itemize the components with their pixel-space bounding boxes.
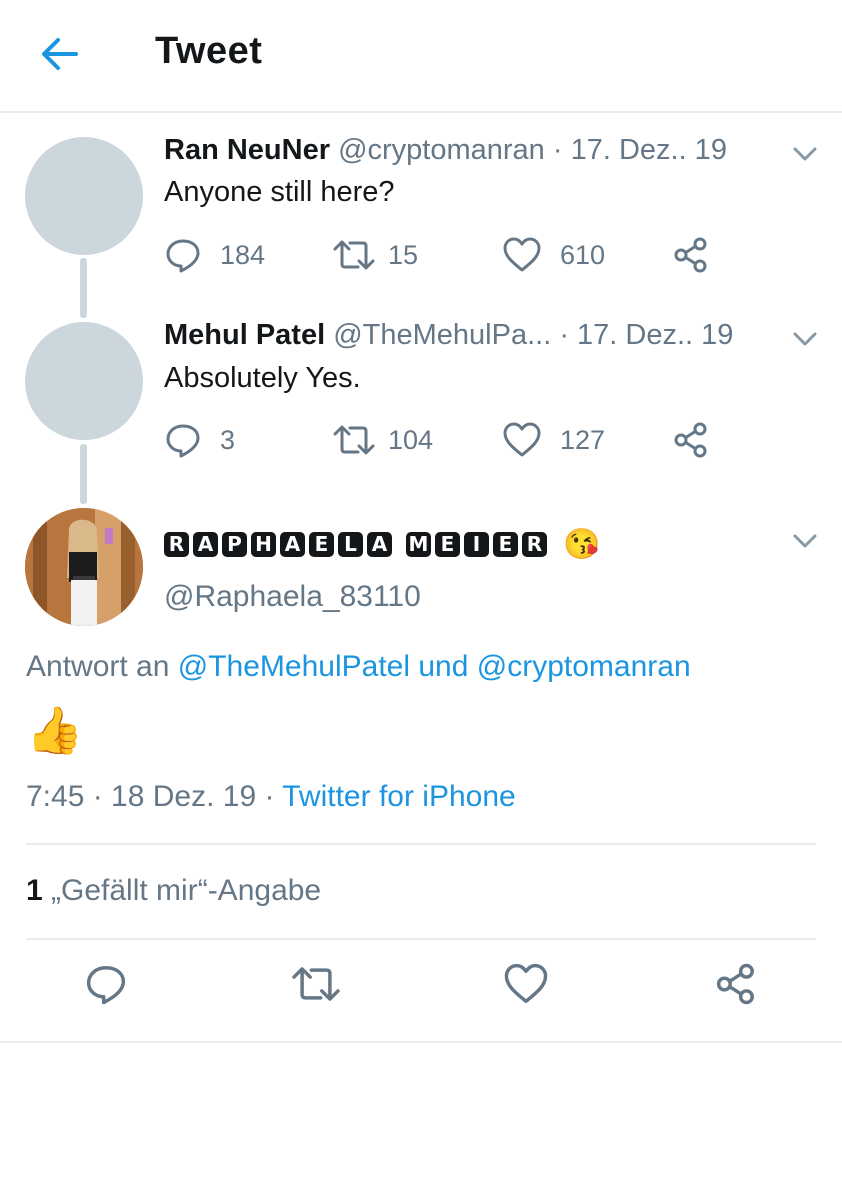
- name-letter: A: [367, 532, 392, 557]
- retweet-icon: [292, 967, 340, 1001]
- share-icon: [716, 963, 754, 1005]
- profile-photo: [25, 508, 143, 626]
- name-letter: A: [193, 532, 218, 557]
- main-actions: [0, 962, 842, 1020]
- like-button[interactable]: 610: [502, 236, 605, 274]
- author-name[interactable]: Ran NeuNer: [164, 134, 330, 166]
- like-button[interactable]: [503, 962, 549, 1011]
- name-letter: P: [222, 532, 247, 557]
- retweet-button[interactable]: 15: [332, 236, 418, 274]
- reply-icon: [166, 239, 200, 273]
- timestamp: 7:45 · 18 Dez. 19 ·: [26, 780, 275, 813]
- name-letter: M: [406, 532, 431, 557]
- author-handle[interactable]: @Raphaela_83110: [164, 580, 421, 614]
- mention-link[interactable]: @TheMehulPatel: [178, 650, 410, 683]
- like-icon: [504, 963, 548, 1003]
- reply-icon: [86, 966, 126, 1005]
- name-letter: R: [522, 532, 547, 557]
- tweet-header: Ran NeuNer @cryptomanran · 17. Dez.. 19: [164, 134, 727, 167]
- reply-prefix: Antwort an: [26, 650, 170, 683]
- retweet-icon: [333, 425, 375, 455]
- share-icon: [674, 237, 707, 273]
- like-button[interactable]: 127: [502, 421, 605, 459]
- tweet-text: Anyone still here?: [164, 176, 395, 208]
- like-icon: [503, 237, 541, 272]
- thumbs-up-emoji: 👍: [26, 704, 84, 756]
- share-button[interactable]: [672, 236, 710, 274]
- reply-icon: [166, 424, 200, 458]
- back-arrow-icon: [42, 38, 78, 70]
- share-button[interactable]: [714, 962, 758, 1011]
- tweet-text: Absolutely Yes.: [164, 362, 361, 394]
- name-letter: E: [309, 532, 334, 557]
- reply-count: 3: [220, 424, 236, 455]
- author-name[interactable]: Mehul Patel: [164, 319, 325, 351]
- reply-button[interactable]: 184: [164, 236, 265, 274]
- divider: [26, 843, 816, 845]
- retweet-count: 104: [388, 424, 434, 455]
- retweet-icon: [333, 240, 375, 270]
- reply-and: und: [418, 650, 469, 683]
- display-name[interactable]: RAPHAELAMEIER 😘: [164, 527, 600, 562]
- avatar[interactable]: [25, 137, 143, 255]
- reply-context: Antwort an @TheMehulPatel und @cryptoman…: [26, 650, 691, 684]
- divider: [0, 1041, 842, 1043]
- thread-connector: [80, 444, 87, 504]
- chevron-down-icon[interactable]: [792, 331, 818, 347]
- avatar-photo[interactable]: [25, 508, 143, 626]
- divider: [26, 938, 816, 940]
- name-letter: A: [280, 532, 305, 557]
- thread-connector: [80, 258, 87, 318]
- reply-button[interactable]: [84, 962, 128, 1011]
- reply-button[interactable]: 3: [164, 421, 235, 459]
- kiss-emoji: 😘: [563, 528, 601, 561]
- tweet-meta: 7:45 · 18 Dez. 19 · Twitter for iPhone: [26, 780, 516, 814]
- likes-summary[interactable]: 1 „Gefällt mir“-Angabe: [26, 874, 321, 908]
- avatar[interactable]: [25, 322, 143, 440]
- source-link[interactable]: Twitter for iPhone: [282, 780, 515, 813]
- name-letter: E: [493, 532, 518, 557]
- name-letter: H: [251, 532, 276, 557]
- chevron-down-icon[interactable]: [792, 146, 818, 162]
- like-count: 610: [560, 239, 606, 270]
- name-letter: I: [464, 532, 489, 557]
- reply-count: 184: [220, 239, 266, 270]
- tweet-header: Mehul Patel @TheMehulPa... · 17. Dez.. 1…: [164, 319, 733, 352]
- name-letter: L: [338, 532, 363, 557]
- likes-count: 1: [26, 874, 43, 907]
- like-count: 127: [560, 424, 606, 455]
- retweet-button[interactable]: 104: [332, 421, 433, 459]
- retweet-count: 15: [388, 239, 419, 270]
- author-handle-date: @cryptomanran · 17. Dez.. 19: [338, 134, 727, 166]
- share-button[interactable]: [672, 421, 710, 459]
- back-button[interactable]: [38, 34, 82, 74]
- likes-label: „Gefällt mir“-Angabe: [51, 874, 322, 907]
- name-letter: R: [164, 532, 189, 557]
- author-handle-date: @TheMehulPa... · 17. Dez.. 19: [333, 319, 734, 351]
- page-title: Tweet: [155, 30, 263, 72]
- retweet-button[interactable]: [290, 962, 342, 1011]
- top-bar: Tweet: [0, 0, 842, 113]
- mention-link[interactable]: @cryptomanran: [477, 650, 691, 683]
- share-icon: [674, 422, 707, 458]
- like-icon: [503, 422, 541, 457]
- name-letter: E: [435, 532, 460, 557]
- chevron-down-icon[interactable]: [792, 533, 818, 549]
